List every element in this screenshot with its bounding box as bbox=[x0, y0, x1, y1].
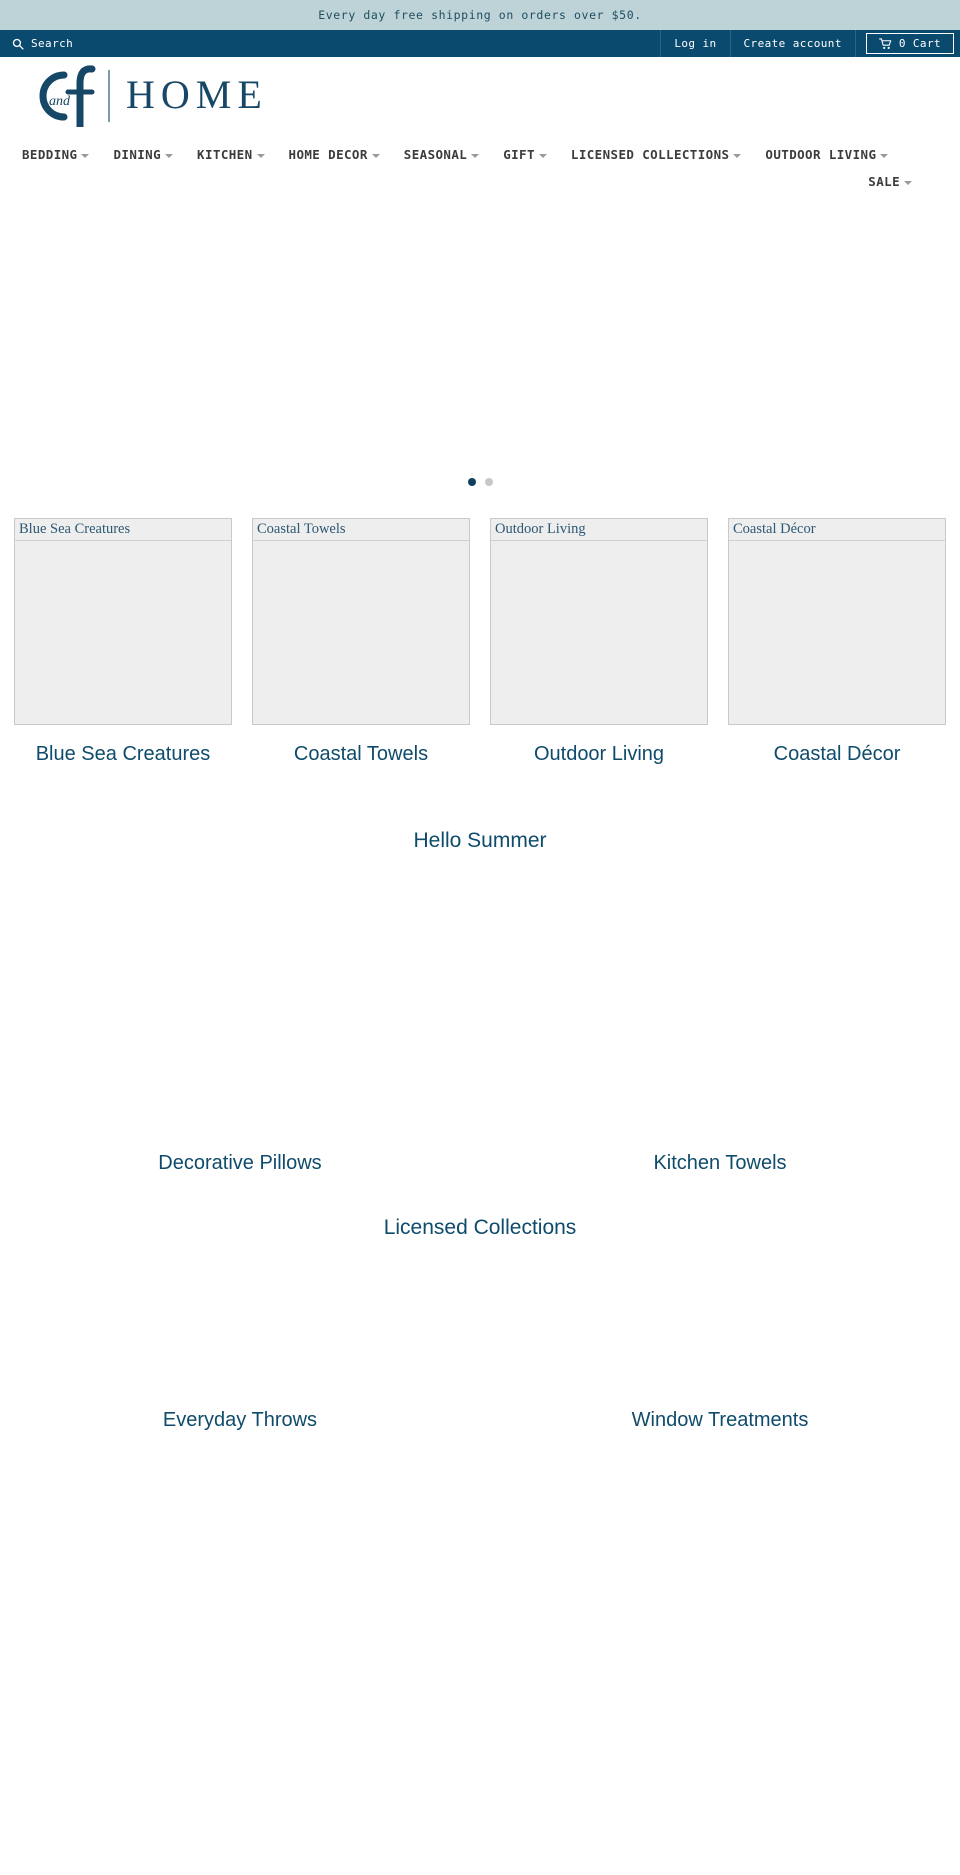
slideshow-dot-2[interactable] bbox=[484, 478, 493, 486]
nav-item-label: LICENSED COLLECTIONS bbox=[570, 147, 730, 162]
collection-card-outdoor-living[interactable]: Outdoor Living Outdoor Living bbox=[490, 518, 708, 766]
collection-image-alt: Outdoor Living bbox=[495, 521, 586, 537]
collection-label: Blue Sea Creatures bbox=[35, 743, 211, 765]
section-licensed-collections: Licensed Collections Everyday Throws Win… bbox=[0, 1183, 960, 1440]
collection-image-placeholder: Blue Sea Creatures bbox=[14, 518, 232, 725]
chevron-down-icon bbox=[904, 180, 912, 185]
nav-row-secondary: SALE bbox=[22, 168, 938, 195]
nav-item-label: SALE bbox=[868, 174, 900, 189]
promo-label: Window Treatments bbox=[631, 1409, 809, 1431]
chevron-down-icon bbox=[471, 153, 480, 158]
promo-tile-kitchen-towels[interactable]: Kitchen Towels bbox=[480, 853, 960, 1183]
collection-card-coastal-decor[interactable]: Coastal Décor Coastal Décor bbox=[728, 518, 946, 766]
section-title: Licensed Collections bbox=[383, 1216, 577, 1239]
collection-image-placeholder: Coastal Décor bbox=[728, 518, 946, 725]
chevron-down-icon bbox=[81, 153, 90, 158]
main-navigation: BEDDING DINING KITCHEN HOME DECOR SEASON… bbox=[0, 135, 960, 195]
cart-button[interactable]: 0 Cart bbox=[865, 33, 954, 54]
nav-item-home-decor[interactable]: HOME DECOR bbox=[289, 141, 394, 168]
hero-slide[interactable] bbox=[0, 195, 960, 498]
promo-tile-decorative-pillows[interactable]: Decorative Pillows bbox=[0, 853, 480, 1183]
utility-links: Log in Create account 0 Cart bbox=[660, 30, 954, 57]
chevron-down-icon bbox=[256, 153, 265, 158]
search-icon bbox=[12, 38, 24, 50]
nav-item-label: GIFT bbox=[503, 147, 535, 162]
collection-list: Blue Sea Creatures Blue Sea Creatures Co… bbox=[0, 518, 960, 766]
nav-item-dining[interactable]: DINING bbox=[113, 141, 187, 168]
nav-item-gift[interactable]: GIFT bbox=[503, 141, 561, 168]
chevron-down-icon bbox=[880, 153, 889, 158]
cf-monogram-icon: and bbox=[18, 61, 104, 132]
search-label: Search bbox=[31, 37, 74, 50]
search-input[interactable]: Search bbox=[12, 30, 73, 57]
promo-grid: Everyday Throws Window Treatments bbox=[0, 1240, 960, 1440]
nav-item-kitchen[interactable]: KITCHEN bbox=[197, 141, 278, 168]
promo-label: Kitchen Towels bbox=[653, 1152, 787, 1174]
collection-image-placeholder: Outdoor Living bbox=[490, 518, 708, 725]
promo-tile-everyday-throws[interactable]: Everyday Throws bbox=[0, 1240, 480, 1440]
collection-card-coastal-towels[interactable]: Coastal Towels Coastal Towels bbox=[252, 518, 470, 766]
promo-tile-window-treatments[interactable]: Window Treatments bbox=[480, 1240, 960, 1440]
nav-row-primary: BEDDING DINING KITCHEN HOME DECOR SEASON… bbox=[22, 141, 938, 168]
placeholder-rule bbox=[15, 540, 231, 541]
announcement-bar: Every day free shipping on orders over $… bbox=[0, 0, 960, 30]
collection-label: Coastal Décor bbox=[773, 743, 901, 765]
collection-card-blue-sea-creatures[interactable]: Blue Sea Creatures Blue Sea Creatures bbox=[14, 518, 232, 766]
announcement-text: Every day free shipping on orders over $… bbox=[318, 8, 642, 22]
logo-bar: and HOME bbox=[0, 57, 960, 135]
nav-item-label: SEASONAL bbox=[403, 147, 468, 162]
utility-bar: Search Log in Create account 0 Cart bbox=[0, 30, 960, 57]
nav-item-outdoor-living[interactable]: OUTDOOR LIVING bbox=[765, 141, 902, 168]
placeholder-rule bbox=[253, 540, 469, 541]
svg-text:and: and bbox=[49, 94, 71, 109]
chevron-down-icon bbox=[538, 153, 547, 158]
promo-grid: Decorative Pillows Kitchen Towels bbox=[0, 853, 960, 1183]
nav-item-bedding[interactable]: BEDDING bbox=[22, 141, 103, 168]
chevron-down-icon bbox=[371, 153, 380, 158]
shopping-cart-icon bbox=[878, 37, 892, 50]
nav-item-label: KITCHEN bbox=[197, 147, 253, 162]
collection-label: Coastal Towels bbox=[293, 743, 429, 765]
logo-divider bbox=[108, 70, 110, 122]
collection-image-alt: Blue Sea Creatures bbox=[19, 521, 131, 537]
nav-item-label: OUTDOOR LIVING bbox=[765, 147, 877, 162]
nav-item-label: BEDDING bbox=[22, 147, 78, 162]
hero-slideshow[interactable] bbox=[0, 195, 960, 498]
nav-item-label: DINING bbox=[113, 147, 162, 162]
promo-label: Everyday Throws bbox=[162, 1409, 318, 1431]
create-account-link[interactable]: Create account bbox=[731, 30, 856, 57]
placeholder-rule bbox=[491, 540, 707, 541]
logo-wordmark: HOME bbox=[126, 72, 268, 117]
chevron-down-icon bbox=[165, 153, 174, 158]
chevron-down-icon bbox=[733, 153, 742, 158]
nav-item-label: HOME DECOR bbox=[288, 147, 368, 162]
cart-label: 0 Cart bbox=[898, 37, 941, 50]
slideshow-pagination bbox=[0, 478, 960, 486]
promo-label: Decorative Pillows bbox=[158, 1152, 322, 1174]
nav-item-seasonal[interactable]: SEASONAL bbox=[404, 141, 493, 168]
nav-item-sale[interactable]: SALE bbox=[868, 168, 926, 195]
collection-image-alt: Coastal Décor bbox=[733, 521, 816, 537]
login-link[interactable]: Log in bbox=[660, 30, 731, 57]
nav-item-licensed-collections[interactable]: LICENSED COLLECTIONS bbox=[571, 141, 756, 168]
site-logo[interactable]: and HOME bbox=[18, 61, 268, 132]
slideshow-dot-1[interactable] bbox=[467, 478, 476, 486]
section-hello-summer: Hello Summer Decorative Pillows Kitchen … bbox=[0, 766, 960, 1183]
collection-label: Outdoor Living bbox=[533, 743, 665, 765]
collection-image-alt: Coastal Towels bbox=[257, 521, 346, 537]
placeholder-rule bbox=[729, 540, 945, 541]
collection-image-placeholder: Coastal Towels bbox=[252, 518, 470, 725]
section-title: Hello Summer bbox=[413, 829, 547, 852]
